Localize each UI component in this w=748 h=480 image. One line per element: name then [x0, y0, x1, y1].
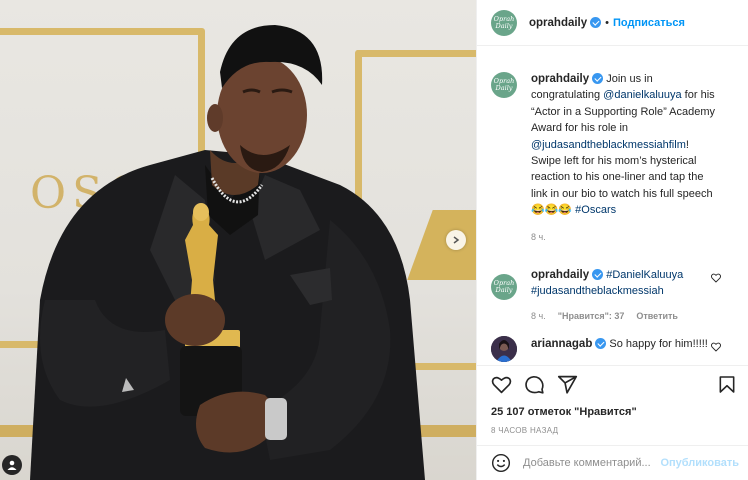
user-tag-icon [7, 460, 17, 470]
caption-body: oprahdaily Join us in congratulating @da… [531, 71, 721, 245]
like-heart-icon[interactable] [491, 374, 512, 395]
avatar[interactable]: Oprah Daily [491, 72, 517, 98]
next-slide-button[interactable] [446, 230, 466, 250]
post-actions: 25 107 отметок "Нравится" 8 ЧАСОВ НАЗАД [477, 365, 748, 435]
caption-username[interactable]: oprahdaily [531, 73, 589, 85]
hashtag-link[interactable]: #DanielKaluuya [606, 269, 683, 281]
header-username[interactable]: oprahdaily [529, 17, 587, 29]
user-photo-icon [491, 336, 517, 363]
emoji-smiley-icon[interactable] [491, 453, 511, 473]
likes-count[interactable]: 25 107 отметок "Нравится" [491, 406, 737, 418]
comment-like-count[interactable]: "Нравится": 37 [558, 308, 625, 324]
comment-time[interactable]: 8 ч. [531, 308, 546, 324]
verified-badge-icon [592, 73, 604, 84]
post-side-panel: Oprah Daily oprahdaily • Подписаться Opr… [476, 0, 748, 480]
action-buttons [491, 373, 737, 395]
comment-text: So happy for him!!!!! [609, 338, 708, 351]
hashtag-link[interactable]: #Oscars [575, 204, 616, 216]
avatar[interactable]: Oprah Daily [491, 9, 517, 36]
post-time[interactable]: 8 ЧАСОВ НАЗАД [491, 426, 737, 435]
publish-button[interactable]: Опубликовать [660, 457, 739, 469]
comment-body: oprahdaily #DanielKaluuya #judasandthebl… [531, 267, 721, 324]
mention-link[interactable]: @judasandtheblackmessiahfilm [531, 139, 686, 151]
heart-icon[interactable] [711, 273, 721, 283]
hashtag-link[interactable]: #judasandtheblackmessiah [531, 285, 664, 297]
reply-button[interactable]: Ответить [636, 308, 678, 324]
comment-meta: 8 ч. "Нравится": 37 Ответить [531, 308, 721, 324]
comment-input[interactable] [523, 457, 661, 469]
avatar-logo: Oprah Daily [493, 14, 515, 30]
post-image[interactable]: OSCA [0, 0, 476, 480]
avatar-logo: Oprah Daily [493, 279, 515, 295]
caption-meta: 8 ч. [531, 229, 721, 245]
add-comment-bar: Опубликовать [477, 445, 748, 480]
comment-body: ariannagab So happy for him!!!!! [531, 336, 721, 362]
man-with-oscar-illustration [30, 25, 425, 480]
comment-item: Oprah Daily oprahdaily #DanielKaluuya #j… [491, 261, 735, 324]
verified-badge-icon [590, 17, 602, 28]
tagged-users-button[interactable] [2, 455, 22, 475]
follow-button[interactable]: Подписаться [613, 17, 685, 29]
verified-badge-icon [595, 338, 607, 350]
post-header: Oprah Daily oprahdaily • Подписаться [477, 0, 748, 46]
caption: Oprah Daily oprahdaily Join us in congra… [491, 59, 735, 245]
caption-time[interactable]: 8 ч. [531, 229, 546, 245]
mention-link[interactable]: @danielkaluuya [603, 89, 681, 101]
separator-dot: • [605, 16, 610, 29]
bookmark-icon[interactable] [717, 374, 737, 395]
chevron-right-icon [453, 236, 460, 244]
comment-username[interactable]: ariannagab [531, 338, 592, 350]
avatar-logo: Oprah Daily [493, 77, 515, 92]
verified-badge-icon [592, 269, 604, 281]
comment-bubble-icon[interactable] [524, 374, 545, 395]
heart-icon[interactable] [711, 342, 721, 352]
avatar[interactable] [491, 336, 517, 363]
comment-item: ariannagab So happy for him!!!!! [491, 336, 735, 363]
comments-list[interactable]: Oprah Daily oprahdaily Join us in congra… [477, 59, 748, 365]
share-send-icon[interactable] [557, 374, 578, 395]
avatar[interactable]: Oprah Daily [491, 274, 517, 301]
comment-username[interactable]: oprahdaily [531, 269, 589, 281]
